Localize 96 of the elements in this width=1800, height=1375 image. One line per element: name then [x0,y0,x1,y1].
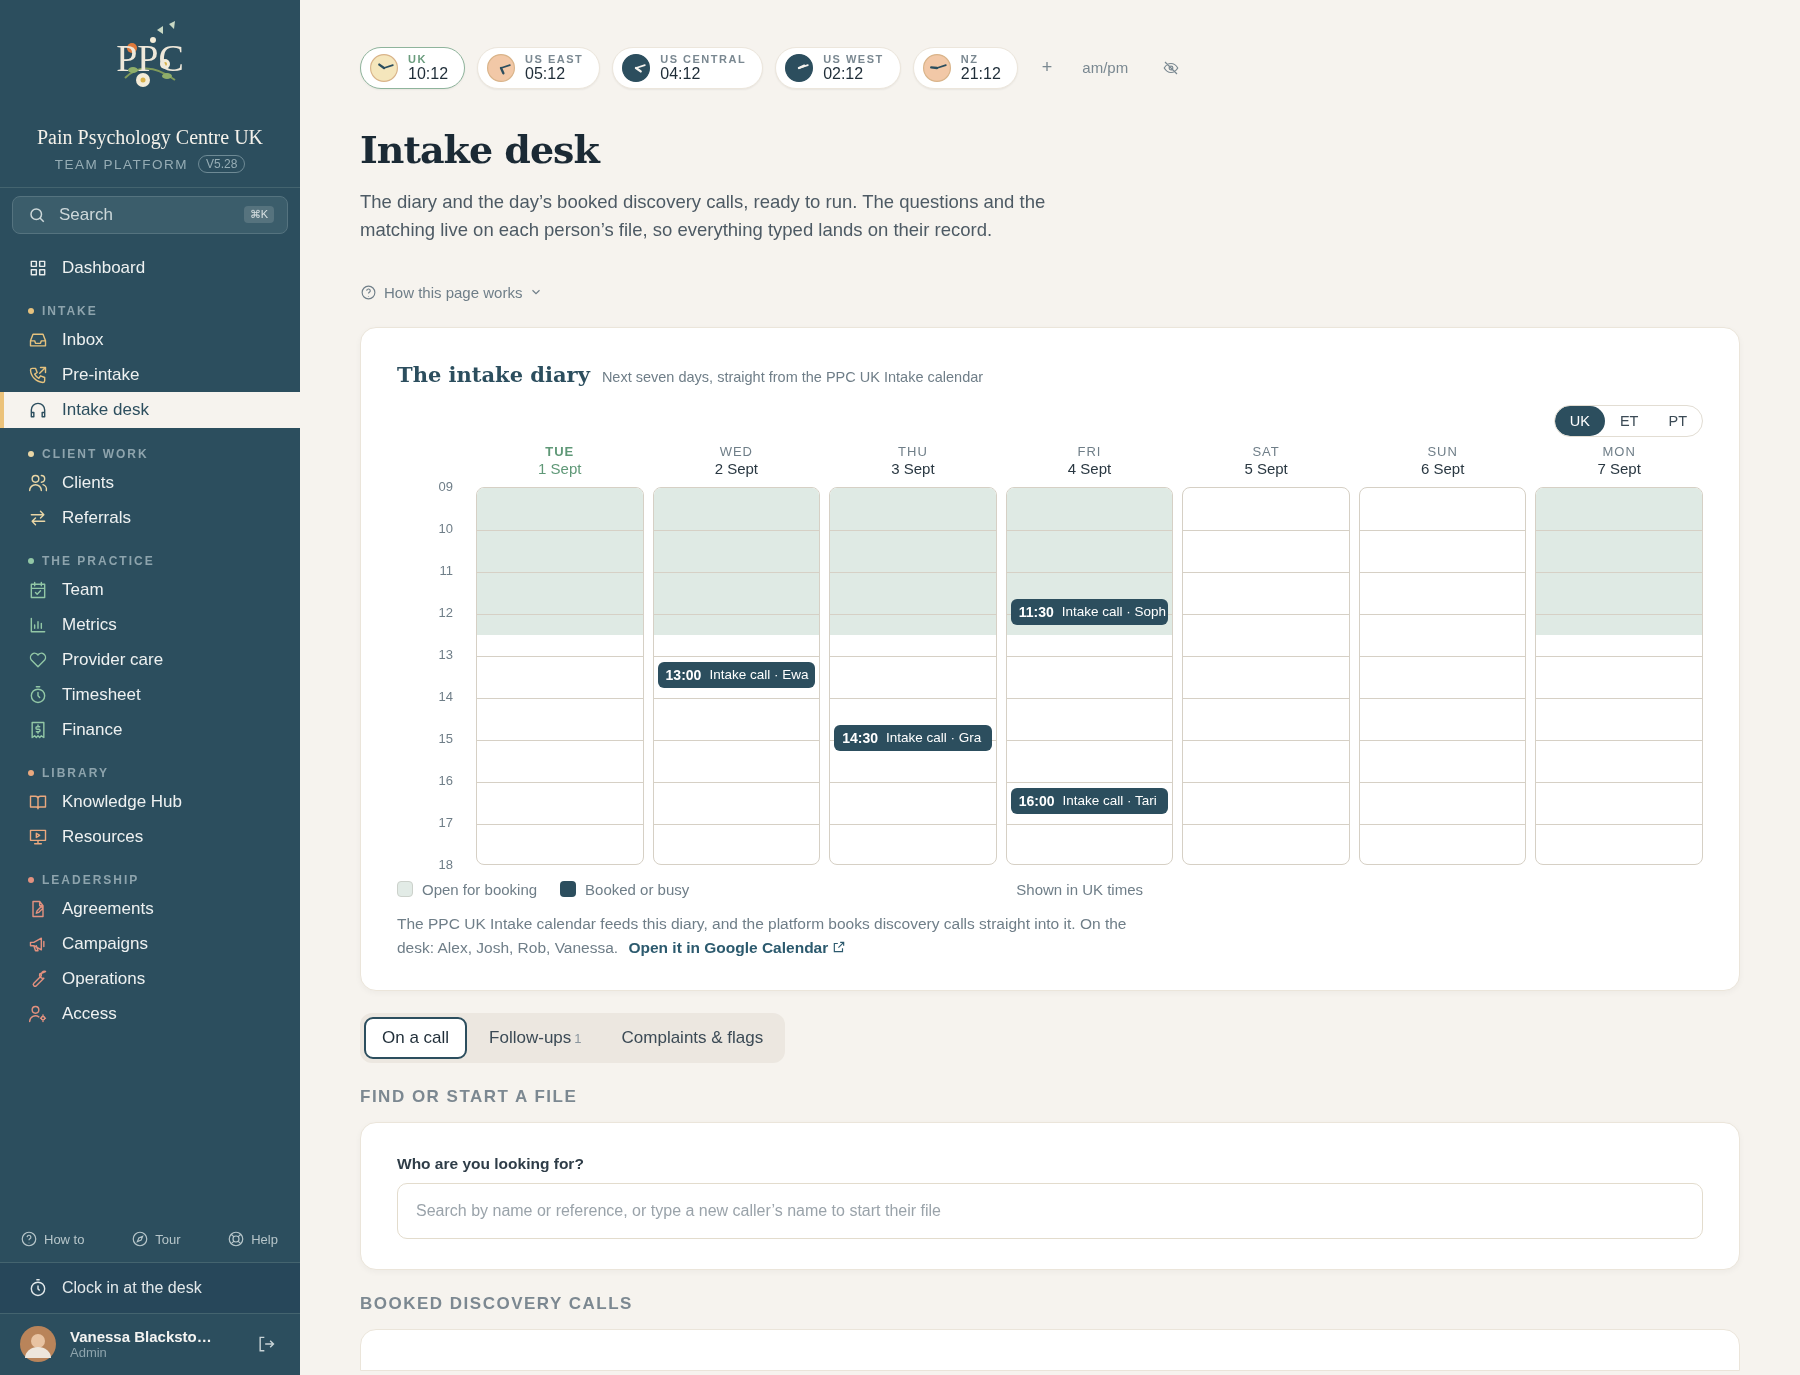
timezone-note: Shown in UK times [1016,880,1143,898]
legend-label: Open for booking [422,880,538,898]
page-description: The diary and the day’s booked discovery calls, ready to run. The questions and the matching live on each person’s file, so everything typed lands on their record. [360,189,1047,242]
calendar-event[interactable]: 16:00 Intake call · Tari [1010,787,1169,814]
section-label: LIBRARY [42,766,109,780]
diary-subtitle: Next seven days, straight from the PPC UK Intake calendar [601,368,984,385]
tab[interactable]: On a call [364,1016,468,1059]
nav-item[interactable]: Timesheet [0,677,300,712]
headset-icon [28,400,48,420]
nav-item[interactable]: Clients [0,465,300,500]
question-icon [360,283,377,301]
page-title: Intake desk [360,126,602,172]
world-clock[interactable]: US WEST 02:12 [775,47,901,89]
nav-item[interactable]: Pre-intake [0,357,300,392]
timezone-option[interactable]: UK [1554,405,1605,436]
day-header: FRI 4 Sept [1066,444,1113,479]
day-header: SUN 6 Sept [1419,444,1466,479]
platform-label: TEAM PLATFORM [54,156,188,172]
user-gear-icon [28,1003,48,1024]
section-label: CLIENT WORK [42,447,149,461]
compass-icon [131,1230,150,1248]
user-role: Admin [70,1345,108,1360]
nav-item[interactable]: Referrals [0,500,300,535]
lifebuoy-icon [227,1230,246,1248]
users-icon [28,472,48,493]
hour-label: 17 [438,814,453,830]
calendar-link[interactable]: Open it in Google Calendar [628,938,847,956]
day-header: MON 7 Sept [1596,444,1642,479]
external-link-icon [832,939,847,954]
section-heading: FIND OR START A FILE [360,1086,579,1107]
search-icon [28,206,46,224]
world-clock[interactable]: NZ 21:12 [912,47,1018,89]
diary-title: The intake diary [397,361,590,387]
timezone-option[interactable]: PT [1653,405,1702,436]
hour-label: 11 [439,562,453,578]
logo-text: PPC [116,36,184,80]
nav-item[interactable]: Resources [0,819,300,854]
nav-item[interactable]: Campaigns [0,926,300,961]
nav-item[interactable]: Access [0,996,300,1031]
day-header: THU 3 Sept [890,444,936,479]
nav-item[interactable]: Dashboard [0,250,300,285]
tab[interactable]: Follow-ups 1 [471,1016,600,1059]
receipt-icon [28,719,48,740]
day-header: SAT 5 Sept [1243,444,1289,479]
timezone-option[interactable]: ET [1604,405,1654,436]
diary-note: The PPC UK Intake calendar feeds this diary, and the platform books discovery calls straight into it. On the desk: Alex, Josh, Rob, Vanessa. Open it in Google Calendar [397,913,1128,958]
nav-item[interactable]: Agreements [0,891,300,926]
nav-item[interactable]: Intake desk [0,392,300,428]
shortcut-key: ⌘K [243,206,274,223]
field-label: Who are you looking for? [397,1154,585,1173]
section-label: INTAKE [42,304,98,318]
nav-item[interactable]: Inbox [0,322,300,357]
stopwatch-icon [28,684,48,705]
hour-label: 13 [438,646,453,662]
calendar-event[interactable]: 14:30 Intake call · Gra [834,724,992,751]
question-icon [20,1230,38,1248]
logout-icon[interactable] [256,1334,276,1354]
calendar-event[interactable]: 11:30 Intake call · Soph [1010,598,1169,625]
help-link[interactable]: How to [20,1230,85,1248]
hour-label: 14 [438,688,453,704]
nav-item[interactable]: Finance [0,712,300,747]
legend-swatch [397,881,413,898]
search-input[interactable]: Search by name or reference, or type a new caller’s name to start their file [397,1182,1703,1239]
section-heading: BOOKED DISCOVERY CALLS [360,1293,634,1314]
legend-swatch [560,881,577,898]
user-name: Vanessa Blacksto… [70,1328,213,1345]
world-clock[interactable]: US EAST 05:12 [477,47,601,89]
world-clock[interactable]: UK 10:12 [360,47,466,89]
hour-label: 09 [438,478,453,494]
calendar-icon [28,579,48,600]
day-header: TUE 1 Sept [537,444,583,479]
hour-label: 18 [438,856,453,872]
world-clock[interactable]: US CENTRAL 04:12 [612,47,764,89]
hour-label: 16 [438,772,453,788]
nav-item[interactable]: Operations [0,961,300,996]
calendar-event[interactable]: 13:00 Intake call · Ewa [657,661,816,688]
nav-item[interactable]: Knowledge Hub [0,784,300,819]
help-toggle[interactable]: How this page works [360,283,544,301]
nav-item[interactable]: Metrics [0,607,300,642]
hour-label: 12 [438,604,453,620]
avatar [20,1326,56,1362]
legend-label: Booked or busy [585,880,690,898]
organization-name: Pain Psychology Centre UK [36,126,264,149]
nav-item[interactable]: Provider care [0,642,300,677]
section-label: THE PRACTICE [42,554,155,568]
clock-in-button[interactable]: Clock in at the desk [0,1262,300,1314]
nav-item[interactable]: Team [0,572,300,607]
tab[interactable]: Complaints & flags [603,1016,782,1059]
phone-icon [28,364,48,385]
help-link[interactable]: Tour [131,1230,181,1248]
help-link[interactable]: Help [227,1230,278,1248]
day-header: WED 2 Sept [713,444,760,479]
hour-label: 10 [438,520,453,536]
stopwatch-icon [28,1278,48,1298]
section-label: LEADERSHIP [42,873,140,887]
hour-label: 15 [438,730,453,746]
